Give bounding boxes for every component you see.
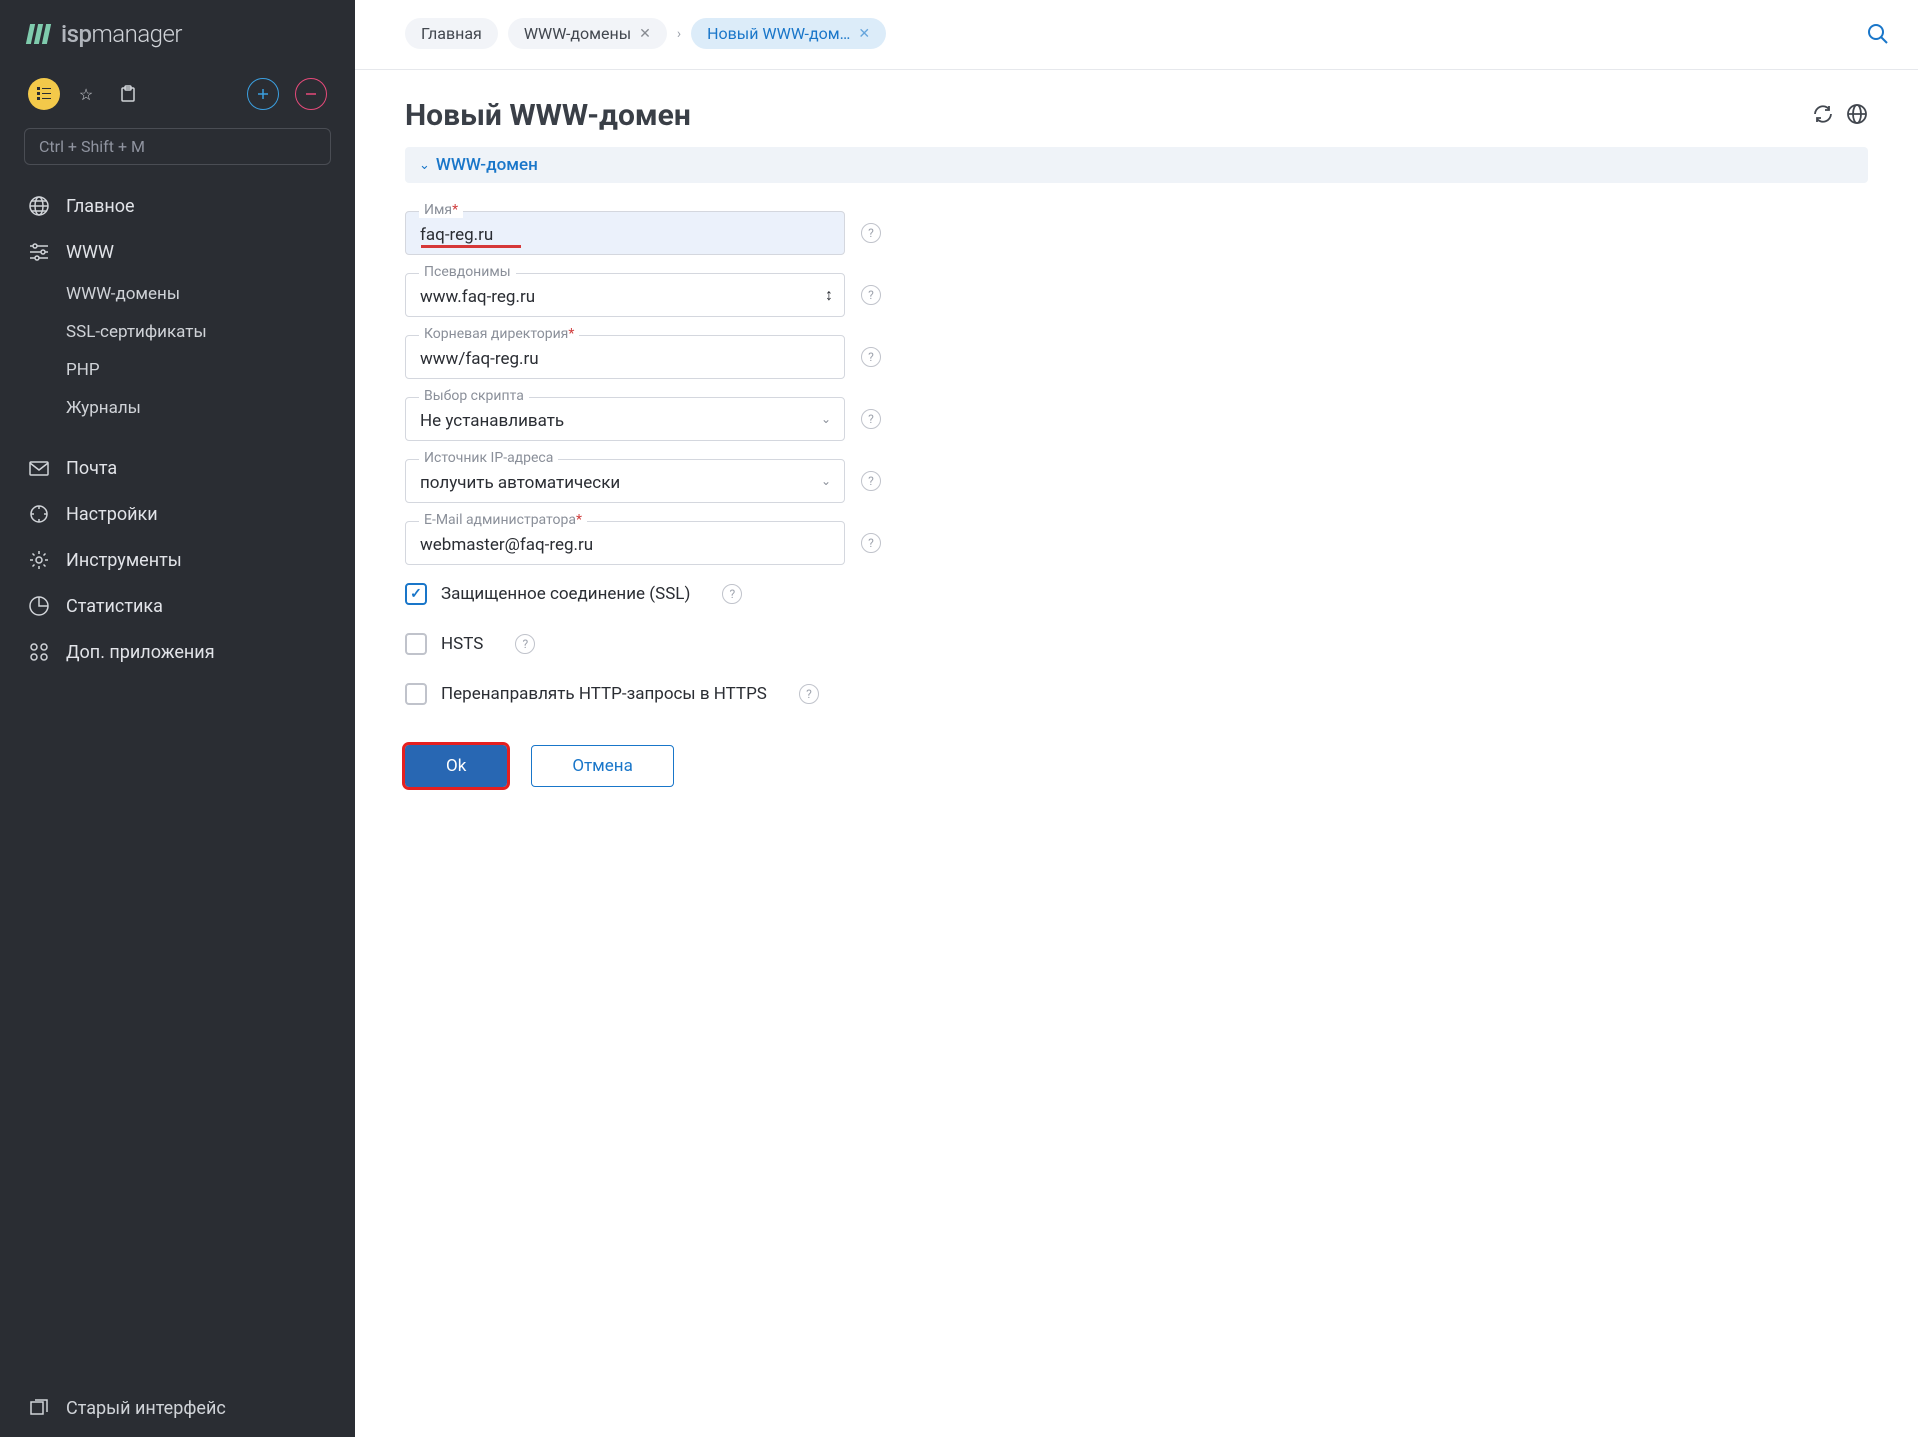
email-label: E-Mail администратора*: [419, 512, 587, 528]
gear-icon: [28, 549, 50, 571]
main-area: Главная WWW-домены ✕ › Новый WWW-дом… ✕ Но…: [355, 0, 1918, 1437]
name-label: Имя*: [419, 202, 463, 218]
redirect-checkbox[interactable]: ✓: [405, 683, 427, 705]
menu-addons-label: Доп. приложения: [66, 642, 215, 663]
menu-www[interactable]: WWW: [0, 229, 355, 275]
help-icon[interactable]: ?: [861, 471, 881, 491]
submenu-www-domains[interactable]: WWW-домены: [0, 275, 355, 313]
settings-icon: [28, 503, 50, 525]
sliders-icon: [28, 241, 50, 263]
submenu-logs[interactable]: Журналы: [0, 389, 355, 427]
crumb-domains-label: WWW-домены: [524, 24, 631, 43]
help-icon[interactable]: ?: [861, 347, 881, 367]
crumb-domains[interactable]: WWW-домены ✕: [508, 18, 667, 49]
help-icon[interactable]: ?: [861, 409, 881, 429]
close-icon[interactable]: ✕: [639, 26, 651, 42]
menu-settings[interactable]: Настройки: [0, 491, 355, 537]
ssl-checkbox[interactable]: ✓: [405, 583, 427, 605]
help-icon[interactable]: ?: [799, 684, 819, 704]
add-icon[interactable]: [247, 78, 279, 110]
menu-stats[interactable]: Статистика: [0, 583, 355, 629]
page-content: Новый WWW-домен ⌄ WWW-домен Имя* ?: [355, 70, 1918, 1437]
menu-addons[interactable]: Доп. приложения: [0, 629, 355, 675]
old-interface-link[interactable]: Старый интерфейс: [0, 1379, 355, 1437]
sidebar-menu: Главное WWW WWW-домены SSL-сертификаты P…: [0, 183, 355, 1379]
menu-main[interactable]: Главное: [0, 183, 355, 229]
menu-tools[interactable]: Инструменты: [0, 537, 355, 583]
pie-icon: [28, 595, 50, 617]
tree-view-button[interactable]: [28, 78, 60, 110]
cancel-button[interactable]: Отмена: [531, 745, 674, 787]
redirect-checkbox-label: Перенаправлять HTTP-запросы в HTTPS: [441, 684, 767, 704]
menu-www-label: WWW: [66, 242, 114, 263]
crumb-home[interactable]: Главная: [405, 18, 498, 49]
ssl-checkbox-label: Защищенное соединение (SSL): [441, 584, 690, 604]
refresh-icon[interactable]: [1812, 103, 1834, 129]
sidebar-toolbar: ☆: [0, 68, 355, 128]
search-input[interactable]: Ctrl + Shift + M: [24, 128, 331, 165]
menu-stats-label: Статистика: [66, 596, 163, 617]
chevron-right-icon: ›: [677, 26, 681, 42]
help-icon[interactable]: ?: [861, 285, 881, 305]
hsts-checkbox[interactable]: ✓: [405, 633, 427, 655]
search-icon[interactable]: [1866, 22, 1890, 46]
menu-settings-label: Настройки: [66, 504, 158, 525]
star-icon[interactable]: ☆: [70, 78, 102, 110]
ip-label: Источник IP-адреса: [419, 450, 558, 466]
help-icon[interactable]: ?: [861, 223, 881, 243]
old-interface-label: Старый интерфейс: [66, 1398, 226, 1419]
menu-main-label: Главное: [66, 196, 135, 217]
submenu-ssl[interactable]: SSL-сертификаты: [0, 313, 355, 351]
close-icon[interactable]: ✕: [858, 26, 870, 42]
menu-tools-label: Инструменты: [66, 550, 182, 571]
crumb-new-label: Новый WWW-дом…: [707, 24, 850, 43]
ok-button[interactable]: Ok: [405, 745, 507, 787]
remove-icon[interactable]: [295, 78, 327, 110]
panel-title: WWW-домен: [436, 155, 538, 175]
aliases-label: Псевдонимы: [419, 264, 516, 280]
crumb-home-label: Главная: [421, 24, 482, 43]
root-label: Корневая директория*: [419, 326, 579, 342]
clipboard-icon[interactable]: [112, 78, 144, 110]
logo: ispmanager: [0, 0, 355, 68]
submenu-php[interactable]: PHP: [0, 351, 355, 389]
crumb-new[interactable]: Новый WWW-дом… ✕: [691, 18, 886, 49]
help-icon[interactable]: ?: [722, 584, 742, 604]
breadcrumbs: Главная WWW-домены ✕ › Новый WWW-дом… ✕: [355, 0, 1918, 70]
logo-text: ispmanager: [61, 20, 182, 48]
globe-icon: [28, 195, 50, 217]
page-title: Новый WWW-домен: [405, 98, 691, 133]
menu-mail-label: Почта: [66, 458, 117, 479]
link-icon[interactable]: [1846, 103, 1868, 129]
panel-header[interactable]: ⌄ WWW-домен: [405, 147, 1868, 183]
script-label: Выбор скрипта: [419, 388, 529, 404]
help-icon[interactable]: ?: [861, 533, 881, 553]
menu-mail[interactable]: Почта: [0, 445, 355, 491]
window-icon: [28, 1397, 50, 1419]
mail-icon: [28, 457, 50, 479]
name-field[interactable]: [405, 211, 845, 255]
highlight-underline: [421, 245, 521, 248]
hsts-checkbox-label: HSTS: [441, 634, 483, 654]
apps-icon: [28, 641, 50, 663]
chevron-down-icon: ⌄: [419, 158, 430, 173]
help-icon[interactable]: ?: [515, 634, 535, 654]
sidebar: ispmanager ☆ Ctrl + Shift + M Глав: [0, 0, 355, 1437]
logo-icon: [28, 24, 49, 44]
